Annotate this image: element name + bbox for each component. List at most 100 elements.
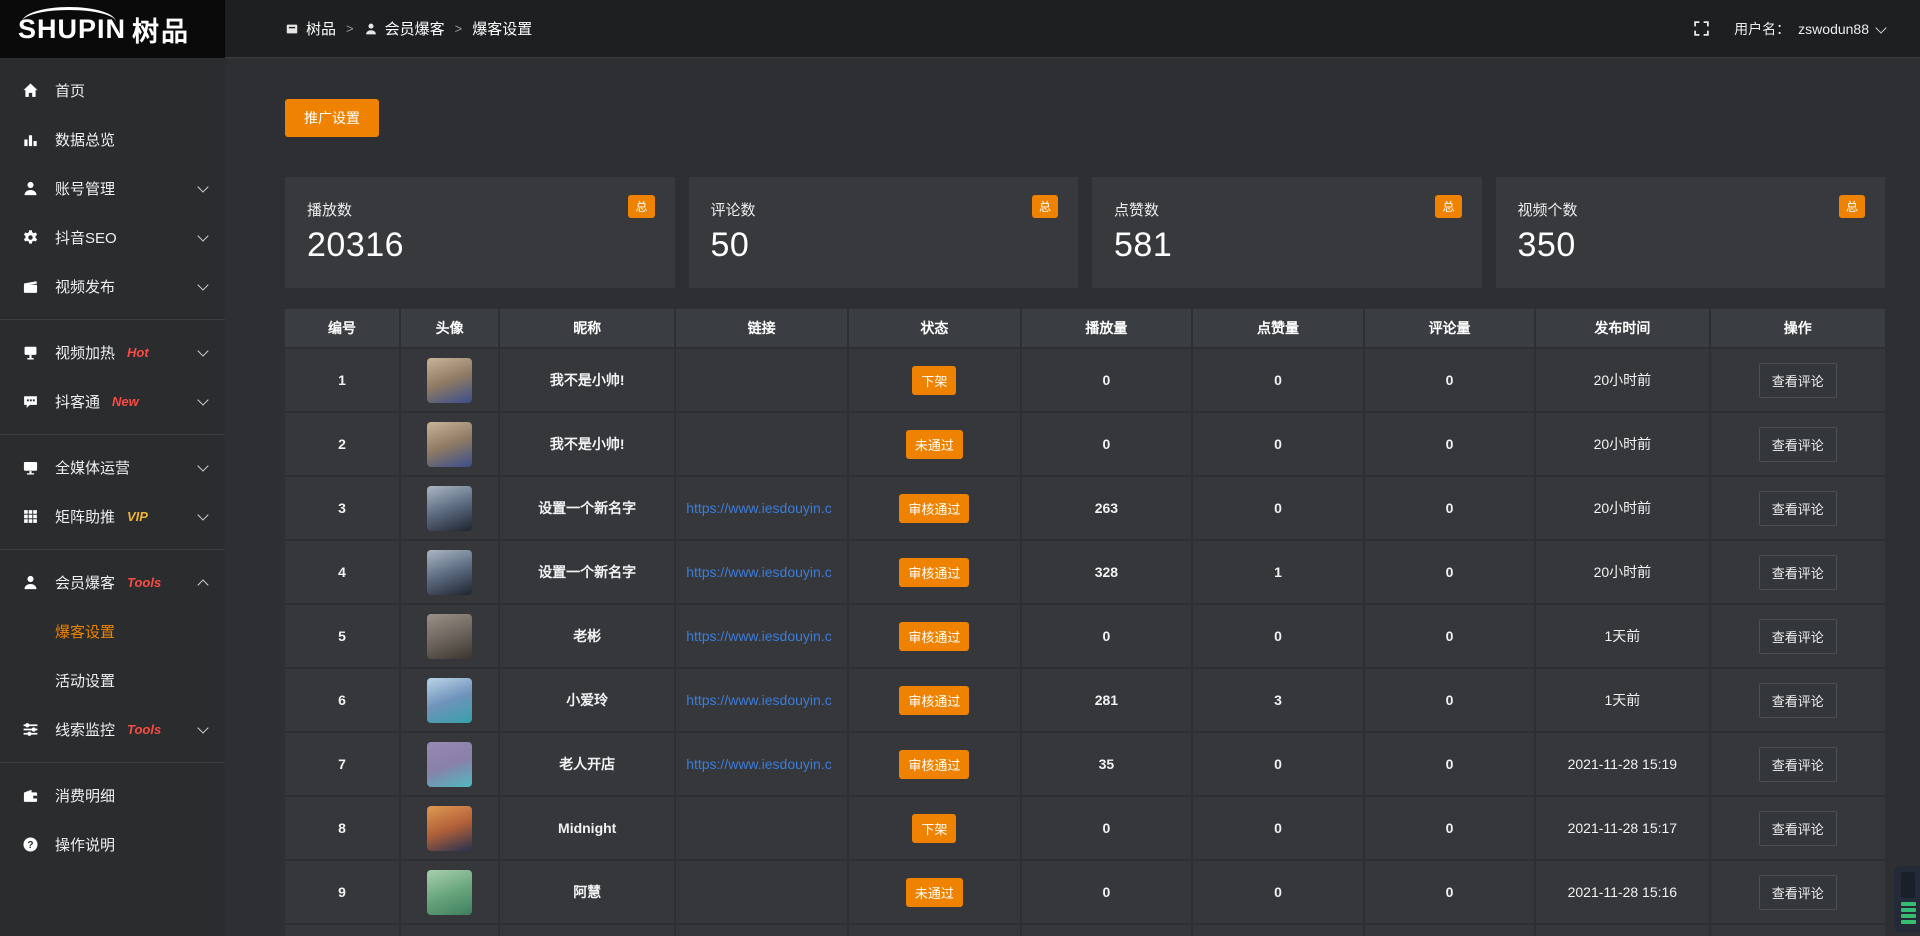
cell-likes: 0 <box>1193 605 1365 669</box>
floating-widget-screen <box>1901 872 1915 898</box>
sidebar-subitem-爆客设置[interactable]: 爆客设置 <box>0 607 225 656</box>
cell-plays: 0 <box>1022 413 1193 477</box>
user-menu[interactable]: 用户名：zswodun88 <box>1734 19 1885 39</box>
breadcrumb-separator: > <box>346 21 354 36</box>
cell-link: https://www.iesdouyin.c <box>676 733 849 797</box>
cell-nickname: 我不是小帅! <box>500 349 676 413</box>
sidebar-item-消费明细[interactable]: 消费明细 <box>0 771 225 820</box>
cell-avatar <box>401 541 500 605</box>
video-link[interactable]: https://www.iesdouyin.c <box>686 628 832 644</box>
view-comments-button[interactable]: 查看评论 <box>1759 875 1837 910</box>
cell-link <box>676 413 849 477</box>
view-comments-button[interactable]: 查看评论 <box>1759 811 1837 846</box>
sidebar-item-label: 首页 <box>55 80 85 101</box>
floating-widget[interactable] <box>1894 866 1920 932</box>
total-badge: 总 <box>1435 195 1461 218</box>
cell-status: 审核通过 <box>849 733 1022 797</box>
sidebar-item-label: 视频发布 <box>55 276 115 297</box>
view-comments-button[interactable]: 查看评论 <box>1759 363 1837 398</box>
sidebar-item-操作说明[interactable]: ?操作说明 <box>0 820 225 869</box>
sidebar-item-矩阵助推[interactable]: 矩阵助推VIP <box>0 492 225 541</box>
cell-comments: 0 <box>1365 477 1536 541</box>
sidebar-item-视频加热[interactable]: 视频加热Hot <box>0 328 225 377</box>
cell-plays: 263 <box>1022 477 1193 541</box>
video-link[interactable]: https://www.iesdouyin.c <box>686 756 832 772</box>
stat-card-视频个数: 视频个数 350 总 <box>1496 177 1886 288</box>
member-icon <box>22 574 39 591</box>
cell-plays: 281 <box>1022 669 1193 733</box>
sidebar-item-全媒体运营[interactable]: 全媒体运营 <box>0 443 225 492</box>
top-header: 树品>会员爆客>爆客设置 用户名：zswodun88 <box>225 0 1920 58</box>
sidebar-item-label: 会员爆客 <box>55 572 115 593</box>
cell-id: 8 <box>285 797 401 861</box>
sidebar-item-数据总览[interactable]: 数据总览 <box>0 115 225 164</box>
breadcrumb-item-会员爆客[interactable]: 会员爆客 <box>364 18 445 39</box>
breadcrumb-item-树品[interactable]: 树品 <box>285 18 336 39</box>
avatar-green-art <box>427 870 472 915</box>
cell-plays: 35 <box>1022 733 1193 797</box>
floating-widget-bar <box>1901 914 1916 918</box>
cell-plays: 0 <box>1022 861 1193 925</box>
sidebar-item-抖客通[interactable]: 抖客通New <box>0 377 225 426</box>
stat-card-label: 视频个数 <box>1518 199 1864 220</box>
cell-action: 查看评论 <box>1711 541 1885 605</box>
sidebar-item-抖音SEO[interactable]: 抖音SEO <box>0 213 225 262</box>
stat-card-value: 20316 <box>307 226 653 265</box>
cell-likes: 0 <box>1193 861 1365 925</box>
video-link[interactable]: https://www.iesdouyin.c <box>686 500 832 516</box>
cell-plays: 0 <box>1022 349 1193 413</box>
column-header-链接: 链接 <box>676 309 849 349</box>
promo-settings-button[interactable]: 推广设置 <box>285 99 379 137</box>
view-comments-button[interactable]: 查看评论 <box>1759 747 1837 782</box>
cell-link: https://www.iesdouyin.c <box>676 541 849 605</box>
cell-id: 3 <box>285 477 401 541</box>
chat-icon <box>22 393 39 410</box>
view-comments-button[interactable]: 查看评论 <box>1759 427 1837 462</box>
sidebar-item-账号管理[interactable]: 账号管理 <box>0 164 225 213</box>
sidebar-item-视频发布[interactable]: 视频发布 <box>0 262 225 311</box>
avatar-woman-photo <box>427 678 472 723</box>
cell-id: 5 <box>285 605 401 669</box>
sidebar-item-线索监控[interactable]: 线索监控Tools <box>0 705 225 754</box>
sidebar-item-tag: New <box>112 394 139 409</box>
video-icon <box>22 278 39 295</box>
video-link[interactable]: https://www.iesdouyin.c <box>686 564 832 580</box>
chevron-down-icon <box>197 345 208 356</box>
videos-table-wrap: 编号头像昵称链接状态播放量点赞量评论量发布时间操作 1我不是小帅!下架00020… <box>285 309 1885 936</box>
cell-likes: 3 <box>1193 669 1365 733</box>
view-comments-button[interactable]: 查看评论 <box>1759 619 1837 654</box>
cell-nickname: 老彬 <box>500 605 676 669</box>
sidebar-subitem-活动设置[interactable]: 活动设置 <box>0 656 225 705</box>
fullscreen-icon[interactable] <box>1693 20 1710 37</box>
floating-widget-bar <box>1901 920 1916 924</box>
cell-id: 2 <box>285 413 401 477</box>
stat-card-播放数: 播放数20316总 <box>285 177 675 288</box>
total-badge: 总 <box>1839 195 1865 218</box>
cell-id: 6 <box>285 669 401 733</box>
cell-status: 下架 <box>849 797 1022 861</box>
floating-widget-bar <box>1901 902 1916 906</box>
column-header-头像: 头像 <box>401 309 500 349</box>
view-comments-button[interactable]: 查看评论 <box>1759 555 1837 590</box>
status-badge: 下架 <box>912 366 956 395</box>
cell-comments: 0 <box>1365 541 1536 605</box>
stat-card-value: 350 <box>1518 226 1864 265</box>
sidebar-item-会员爆客[interactable]: 会员爆客Tools <box>0 558 225 607</box>
view-comments-button[interactable]: 查看评论 <box>1759 683 1837 718</box>
cell-nickname: 阿慧 <box>500 861 676 925</box>
table-body: 1我不是小帅!下架00020小时前查看评论2我不是小帅!未通过00020小时前查… <box>285 349 1885 936</box>
cell-time: 20小时前 <box>1536 477 1710 541</box>
video-link[interactable]: https://www.iesdouyin.c <box>686 692 832 708</box>
sidebar-item-首页[interactable]: 首页 <box>0 66 225 115</box>
status-badge: 未通过 <box>906 430 963 459</box>
cell-avatar <box>401 669 500 733</box>
cell-time: 2021-11-28 15:17 <box>1536 797 1710 861</box>
cell-action: 查看评论 <box>1711 861 1885 925</box>
table-row: 9阿慧未通过0002021-11-28 15:16查看评论 <box>285 861 1885 925</box>
chevron-down-icon <box>197 394 208 405</box>
view-comments-button[interactable]: 查看评论 <box>1759 491 1837 526</box>
breadcrumb-label: 爆客设置 <box>472 18 532 39</box>
stat-card-点赞数: 点赞数581总 <box>1092 177 1482 288</box>
column-header-播放量: 播放量 <box>1022 309 1193 349</box>
column-header-评论量: 评论量 <box>1365 309 1536 349</box>
